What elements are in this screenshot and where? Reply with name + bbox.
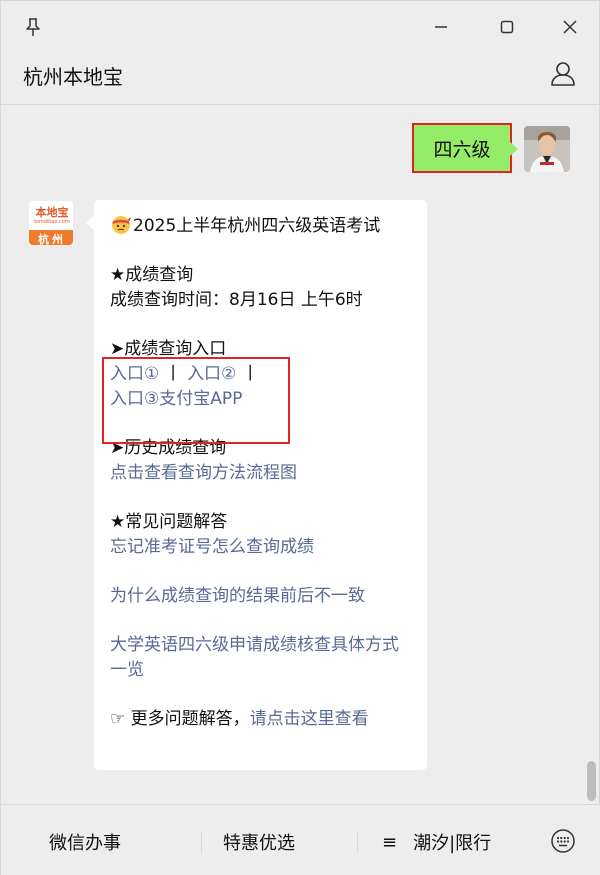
more-prefix: ☞ 更多问题解答， bbox=[110, 709, 250, 729]
title-bar bbox=[1, 1, 600, 53]
menu-divider bbox=[357, 831, 358, 853]
menu-item-traffic[interactable]: ≡ 潮汐|限行 bbox=[382, 829, 491, 855]
logo-text: 本地宝 bbox=[35, 205, 69, 219]
menu-item-label: 微信办事 bbox=[49, 833, 121, 854]
entry-row-2: 入口③支付宝APP bbox=[110, 387, 411, 412]
entry-separator-1: 丨 bbox=[164, 364, 182, 384]
faq-heading: ★常见问题解答 bbox=[110, 512, 228, 532]
person-icon[interactable] bbox=[547, 57, 579, 89]
history-link[interactable]: 点击查看查询方法流程图 bbox=[110, 461, 411, 486]
logo-city: 杭州 bbox=[29, 230, 73, 245]
maximize-icon[interactable] bbox=[491, 11, 523, 43]
logo-url: bendibao.com bbox=[34, 218, 70, 225]
sent-message-text: 四六级 bbox=[433, 138, 491, 161]
menu-item-label: 潮汐|限行 bbox=[413, 833, 492, 854]
my-avatar[interactable] bbox=[524, 126, 570, 172]
sent-message-bubble[interactable]: 四六级 bbox=[412, 123, 512, 173]
keyboard-icon[interactable] bbox=[549, 827, 577, 855]
reply-title-text: 2025上半年杭州四六级英语考试 bbox=[133, 216, 381, 236]
received-bubble-tail bbox=[86, 216, 94, 230]
chat-scrollbar[interactable] bbox=[587, 761, 596, 801]
logo-top: 本地宝 bendibao.com bbox=[29, 201, 73, 230]
face-with-headband-emoji bbox=[110, 213, 132, 235]
faq-link-3[interactable]: 大学英语四六级申请成绩核查具体方式一览 bbox=[110, 633, 411, 683]
menu-item-wechat-services[interactable]: 微信办事 bbox=[49, 829, 121, 855]
entry-link-2[interactable]: 入口② bbox=[187, 364, 236, 384]
score-time: 成绩查询时间：8月16日 上午6时 bbox=[110, 290, 363, 310]
list-icon: ≡ bbox=[382, 831, 398, 853]
minimize-icon[interactable] bbox=[425, 11, 457, 43]
entry-separator-2: 丨 bbox=[241, 364, 259, 384]
entry-heading: ➤成绩查询入口 bbox=[110, 339, 227, 359]
chat-title: 杭州本地宝 bbox=[23, 65, 123, 89]
reply-title: 2025上半年杭州四六级英语考试 bbox=[110, 213, 411, 239]
menu-divider bbox=[201, 831, 202, 853]
received-message-bubble: 2025上半年杭州四六级英语考试 ★成绩查询 成绩查询时间：8月16日 上午6时… bbox=[94, 200, 427, 770]
menu-item-label: 特惠优选 bbox=[223, 833, 295, 854]
entry-link-3[interactable]: 入口③支付宝APP bbox=[110, 389, 242, 409]
entry-link-1[interactable]: 入口① bbox=[110, 364, 159, 384]
official-account-avatar[interactable]: 本地宝 bendibao.com 杭州 bbox=[28, 200, 74, 246]
pin-icon[interactable] bbox=[17, 11, 49, 43]
score-heading: ★成绩查询 bbox=[110, 265, 194, 285]
history-heading: ➤历史成绩查询 bbox=[110, 438, 227, 458]
menu-item-deals[interactable]: 特惠优选 bbox=[223, 829, 295, 855]
entry-row: 入口① 丨 入口② 丨 bbox=[110, 362, 411, 387]
faq-link-2[interactable]: 为什么成绩查询的结果前后不一致 bbox=[110, 584, 411, 609]
more-row: ☞ 更多问题解答，请点击这里查看 bbox=[110, 707, 411, 732]
chat-header: 杭州本地宝 bbox=[1, 53, 600, 105]
chat-area[interactable]: 四六级 本地宝 bendibao.com 杭州 2025上半年杭州四六级英语考试… bbox=[1, 106, 600, 804]
bottom-menu: 微信办事 特惠优选 ≡ 潮汐|限行 bbox=[1, 804, 600, 875]
more-link[interactable]: 请点击这里查看 bbox=[250, 709, 369, 729]
chat-window: 杭州本地宝 四六级 本地宝 bendibao.com 杭州 2025上半年杭州四… bbox=[0, 0, 600, 875]
faq-link-1[interactable]: 忘记准考证号怎么查询成绩 bbox=[110, 535, 411, 560]
close-icon[interactable] bbox=[554, 11, 586, 43]
sent-bubble-tail bbox=[510, 142, 518, 156]
